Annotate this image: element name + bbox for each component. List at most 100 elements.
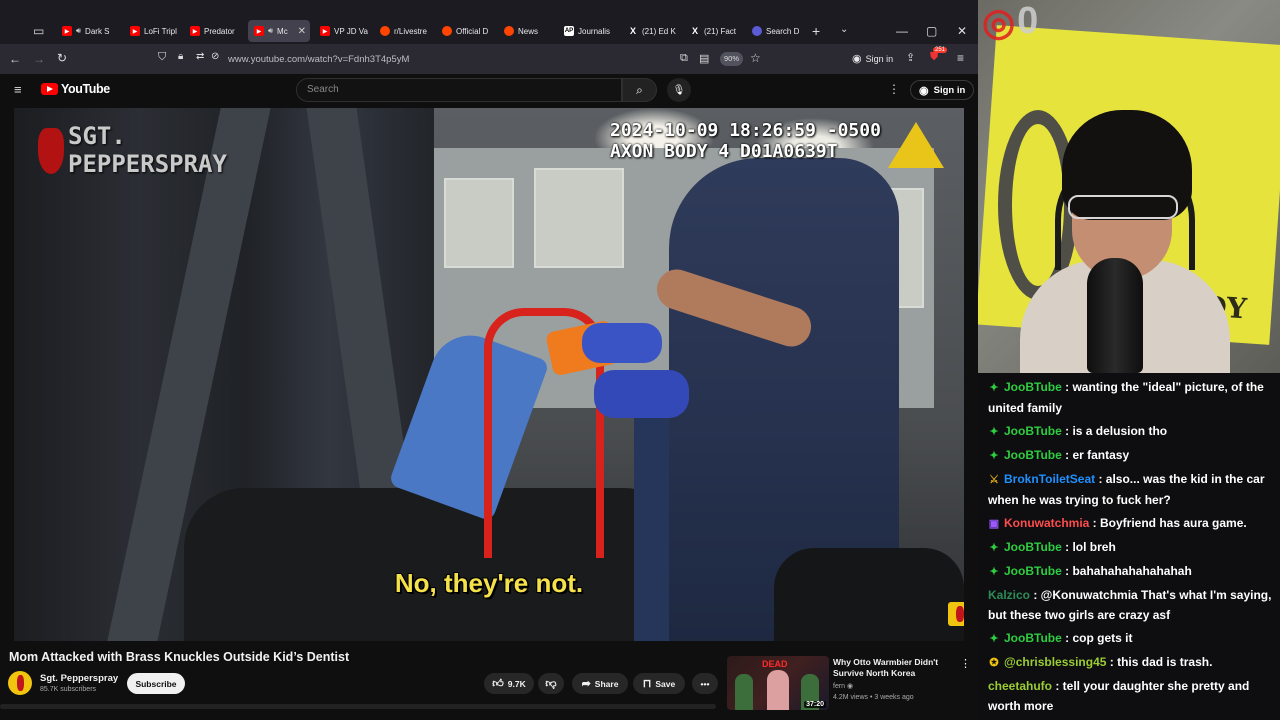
browser-tab[interactable]: X (21) Ed K: [622, 20, 682, 42]
chat-panel: ✦ JooBTube : wanting the "ideal" picture,…: [978, 373, 1280, 720]
video-player[interactable]: SGT. PEPPERSPRAY 2024-10-09 18:26:59 -05…: [14, 108, 964, 641]
recommended-menu-icon[interactable]: ⋮: [960, 657, 971, 670]
subscribe-button[interactable]: Subscribe: [127, 673, 185, 694]
recommended-channel[interactable]: fern ◉: [833, 682, 853, 690]
forward-icon[interactable]: →: [33, 52, 45, 66]
video-scene-glove: [582, 323, 662, 363]
new-tab-icon[interactable]: +: [812, 23, 820, 39]
browser-tab[interactable]: ▶ VP JD Va: [314, 20, 372, 42]
search-icon: ⌕: [636, 82, 643, 97]
video-scene-shelf: [534, 168, 624, 268]
tab-overview-icon[interactable]: ▭: [33, 24, 44, 38]
video-scene-shelf: [444, 178, 514, 268]
channel-avatar[interactable]: [8, 671, 32, 695]
back-icon[interactable]: ←: [9, 52, 21, 66]
voice-search-button[interactable]: 🎙︎: [667, 78, 691, 102]
tracking-off-icon[interactable]: ⊘: [211, 51, 219, 62]
chat-message: ✦ JooBTube : lol breh: [988, 537, 1274, 558]
reader-view-icon[interactable]: ▤: [699, 52, 709, 65]
browser-tab[interactable]: ▶ Predator: [184, 20, 244, 42]
permissions-icon[interactable]: ⇄: [196, 51, 204, 62]
recommended-channel-name: fern: [833, 683, 846, 690]
browser-tab[interactable]: r/Livestre: [374, 20, 434, 42]
stream-overlay-badge: ◎ 0: [982, 0, 1038, 45]
chat-username[interactable]: Kalzico: [988, 588, 1030, 602]
lock-icon[interactable]: 🔒︎: [178, 51, 183, 62]
chat-username[interactable]: JooBTube: [1004, 448, 1062, 462]
chat-username[interactable]: BroknToiletSeat: [1004, 472, 1095, 486]
close-tab-icon[interactable]: ✕: [298, 26, 306, 37]
chat-username[interactable]: JooBTube: [1004, 564, 1062, 578]
browser-tab[interactable]: Search D: [746, 20, 806, 42]
recommended-thumbnail[interactable]: DEAD 37:20: [727, 656, 829, 710]
pepper-icon: [38, 128, 64, 174]
account-circle-icon: ◉: [919, 84, 929, 97]
chat-text: : bahahahahahahahah: [1061, 564, 1192, 578]
browser-tab[interactable]: ▶ 🔊︎ Mc ✕: [248, 20, 310, 42]
chat-username[interactable]: Konuwatchmia: [1004, 516, 1089, 530]
tab-label: VP JD Va: [334, 26, 368, 36]
search-button[interactable]: ⌕: [622, 78, 657, 102]
recommended-title[interactable]: Why Otto Warmbier Didn't Survive North K…: [833, 657, 953, 679]
chat-username[interactable]: JooBTube: [1004, 540, 1062, 554]
watermark-line2: PEPPERSPRAY: [68, 150, 227, 178]
channel-branding-icon[interactable]: [948, 602, 964, 626]
shield-icon[interactable]: ⛉: [158, 51, 166, 64]
browser-tab[interactable]: ▶ 🔊︎ Dark S: [56, 20, 118, 42]
tab-label: Mc: [277, 26, 288, 36]
thumbs-up-icon: 👍︎: [492, 678, 504, 690]
page-scroll-strip: [0, 704, 716, 709]
zoom-level[interactable]: 90%: [720, 52, 744, 66]
chat-username[interactable]: @chrisblessing45: [1004, 655, 1106, 669]
url-text[interactable]: www.youtube.com/watch?v=Fdnh3T4p5yM: [228, 54, 409, 65]
app-menu-icon[interactable]: ≡: [957, 51, 964, 65]
tab-label: Official D: [456, 26, 489, 36]
chat-badge-icon: ✦: [989, 426, 999, 438]
browser-tab[interactable]: News: [498, 20, 554, 42]
chat-username[interactable]: JooBTube: [1004, 380, 1062, 394]
close-window-icon[interactable]: ✕: [957, 24, 967, 38]
hamburger-menu-icon[interactable]: ≡: [14, 82, 22, 97]
chat-message: ✦ JooBTube : wanting the "ideal" picture,…: [988, 377, 1274, 418]
search-box[interactable]: [296, 78, 622, 102]
browser-tab[interactable]: Official D: [436, 20, 496, 42]
browser-sign-in[interactable]: ◉ Sign in: [852, 52, 893, 65]
more-actions-button[interactable]: •••: [692, 673, 718, 694]
chat-text: : this dad is trash.: [1106, 655, 1213, 669]
channel-name[interactable]: Sgt. Pepperspray: [40, 673, 118, 684]
browser-tab[interactable]: X (21) Fact: [684, 20, 744, 42]
save-button[interactable]: ⊓ Save: [633, 673, 685, 694]
chat-username[interactable]: JooBTube: [1004, 424, 1062, 438]
tab-list-chevron-icon[interactable]: ⌄: [840, 24, 848, 35]
share-button[interactable]: ➦ Share: [572, 673, 628, 694]
chat-text: : is a delusion tho: [1061, 424, 1168, 438]
youtube-logo[interactable]: YouTube: [41, 82, 110, 96]
thumbnail-figure: [767, 670, 789, 710]
youtube-favicon-icon: ▶: [190, 26, 200, 36]
chat-username[interactable]: JooBTube: [1004, 631, 1062, 645]
search-input[interactable]: [297, 79, 597, 100]
chat-badge-icon: ⚔: [989, 474, 999, 486]
browser-tab[interactable]: ▶ LoFi Tripl: [124, 20, 182, 42]
tab-label: (21) Ed K: [642, 26, 676, 36]
bookmark-star-icon[interactable]: ☆: [750, 51, 761, 65]
ring-icon: ◎: [982, 2, 1016, 44]
microphone: [1087, 258, 1143, 373]
more-horizontal-icon: •••: [700, 678, 710, 689]
picture-in-picture-icon[interactable]: ⧉: [680, 52, 688, 65]
like-button[interactable]: 👍︎ 9.7K: [484, 673, 534, 694]
speaker-icon[interactable]: 🔊︎: [268, 26, 273, 36]
youtube-sign-in-button[interactable]: ◉ Sign in: [910, 80, 975, 100]
reload-icon[interactable]: ↻: [57, 51, 67, 65]
like-count: 9.7K: [507, 678, 526, 689]
more-options-icon[interactable]: ⋮: [888, 82, 900, 96]
save-label: Save: [655, 678, 676, 689]
chat-message: ✦ JooBTube : er fantasy: [988, 445, 1274, 466]
minimize-icon[interactable]: —: [896, 24, 908, 38]
extensions-icon[interactable]: ⇪: [906, 51, 915, 64]
speaker-icon[interactable]: 🔊︎: [76, 26, 81, 36]
chat-username[interactable]: cheetahufo: [988, 679, 1052, 693]
dislike-button[interactable]: 👎︎: [538, 673, 564, 694]
maximize-icon[interactable]: ▢: [926, 24, 937, 38]
browser-tab[interactable]: AP Journalis: [558, 20, 620, 42]
